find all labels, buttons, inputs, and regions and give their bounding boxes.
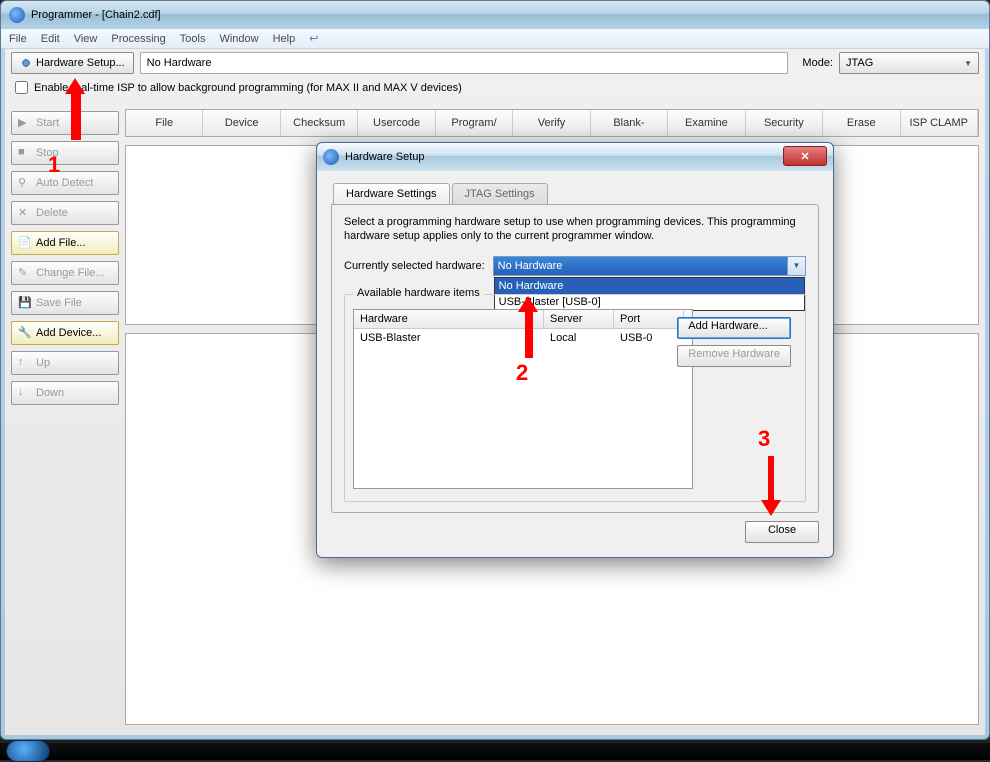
dialog-title: Hardware Setup [345, 151, 425, 163]
add-device-button[interactable]: 🔧Add Device... [11, 321, 119, 345]
detect-icon: ⚲ [18, 176, 32, 190]
dialog-close-x[interactable]: ✕ [783, 146, 827, 166]
col-checksum[interactable]: Checksum [281, 110, 358, 136]
menu-edit[interactable]: Edit [41, 33, 60, 45]
stop-button[interactable]: ■Stop [11, 141, 119, 165]
combo-option-none[interactable]: No Hardware [495, 278, 804, 294]
taskbar[interactable] [0, 742, 990, 760]
down-button[interactable]: ↓Down [11, 381, 119, 405]
menubar: File Edit View Processing Tools Window H… [1, 29, 989, 49]
tab-hardware-settings[interactable]: Hardware Settings [333, 183, 450, 204]
grid-header: File Device Checksum Usercode Program/ V… [125, 109, 979, 137]
dialog-description: Select a programming hardware setup to u… [344, 215, 806, 244]
col-blank[interactable]: Blank- [591, 110, 668, 136]
remove-hardware-button[interactable]: Remove Hardware [677, 345, 791, 367]
add-file-button[interactable]: 📄Add File... [11, 231, 119, 255]
window-title: Programmer - [Chain2.cdf] [31, 9, 161, 21]
save-icon: 💾 [18, 296, 32, 310]
col-erase[interactable]: Erase [823, 110, 900, 136]
menu-help[interactable]: Help [273, 33, 296, 45]
add-hardware-button[interactable]: Add Hardware... [677, 317, 791, 339]
delete-icon: ✕ [18, 206, 32, 220]
menu-file[interactable]: File [9, 33, 27, 45]
col-verify[interactable]: Verify [513, 110, 590, 136]
col-device[interactable]: Device [203, 110, 280, 136]
col-examine[interactable]: Examine [668, 110, 745, 136]
current-hardware-label: Currently selected hardware: [344, 260, 485, 272]
change-file-button[interactable]: ✎Change File... [11, 261, 119, 285]
col-security[interactable]: Security [746, 110, 823, 136]
chevron-down-icon[interactable] [787, 257, 805, 275]
down-icon: ↓ [18, 386, 32, 400]
col-isp-clamp[interactable]: ISP CLAMP [901, 110, 978, 136]
gear-icon [20, 57, 32, 69]
device-icon: 🔧 [18, 326, 32, 340]
current-hardware-combo[interactable]: No Hardware No Hardware USB-Blaster [USB… [493, 256, 806, 276]
combo-selected: No Hardware [494, 257, 787, 275]
change-icon: ✎ [18, 266, 32, 280]
mode-value: JTAG [846, 57, 873, 69]
help-icon[interactable]: ↩ [309, 32, 318, 45]
th-hardware[interactable]: Hardware [354, 310, 544, 328]
col-usercode[interactable]: Usercode [358, 110, 435, 136]
hardware-setup-button[interactable]: Hardware Setup... [11, 52, 134, 74]
table-row[interactable]: USB-Blaster Local USB-0 [354, 329, 692, 347]
start-orb[interactable] [6, 740, 50, 762]
titlebar: Programmer - [Chain2.cdf] [1, 1, 989, 29]
th-server[interactable]: Server [544, 310, 614, 328]
up-button[interactable]: ↑Up [11, 351, 119, 375]
available-hardware-legend: Available hardware items [353, 287, 484, 299]
selected-hardware-value: No Hardware [147, 57, 212, 69]
mode-select[interactable]: JTAG [839, 52, 979, 74]
cell-hardware: USB-Blaster [354, 329, 544, 347]
dialog-titlebar[interactable]: Hardware Setup ✕ [317, 143, 833, 171]
cell-server: Local [544, 329, 614, 347]
menu-processing[interactable]: Processing [111, 33, 165, 45]
mode-label: Mode: [802, 57, 833, 69]
hardware-setup-dialog: Hardware Setup ✕ Hardware Settings JTAG … [316, 142, 834, 558]
app-icon [9, 7, 25, 23]
auto-detect-button[interactable]: ⚲Auto Detect [11, 171, 119, 195]
save-file-button[interactable]: 💾Save File [11, 291, 119, 315]
th-port[interactable]: Port [614, 310, 684, 328]
hardware-setup-label: Hardware Setup... [36, 57, 125, 69]
tab-jtag-settings[interactable]: JTAG Settings [452, 183, 548, 204]
enable-realtime-isp-checkbox[interactable] [15, 81, 28, 94]
menu-window[interactable]: Window [219, 33, 258, 45]
file-icon: 📄 [18, 236, 32, 250]
menu-tools[interactable]: Tools [180, 33, 206, 45]
play-icon: ▶ [18, 116, 32, 130]
up-icon: ↑ [18, 356, 32, 370]
dialog-icon [323, 149, 339, 165]
delete-button[interactable]: ✕Delete [11, 201, 119, 225]
sidebar: ▶Start ■Stop ⚲Auto Detect ✕Delete 📄Add F… [11, 109, 119, 725]
col-file[interactable]: File [126, 110, 203, 136]
selected-hardware-display: No Hardware [140, 52, 789, 74]
stop-icon: ■ [18, 146, 32, 160]
hardware-table: Hardware Server Port USB-Blaster Local U… [353, 309, 693, 489]
menu-view[interactable]: View [74, 33, 98, 45]
start-button[interactable]: ▶Start [11, 111, 119, 135]
enable-isp-label: Enable real-time ISP to allow background… [34, 82, 462, 94]
col-program[interactable]: Program/ [436, 110, 513, 136]
cell-port: USB-0 [614, 329, 684, 347]
close-button[interactable]: Close [745, 521, 819, 543]
